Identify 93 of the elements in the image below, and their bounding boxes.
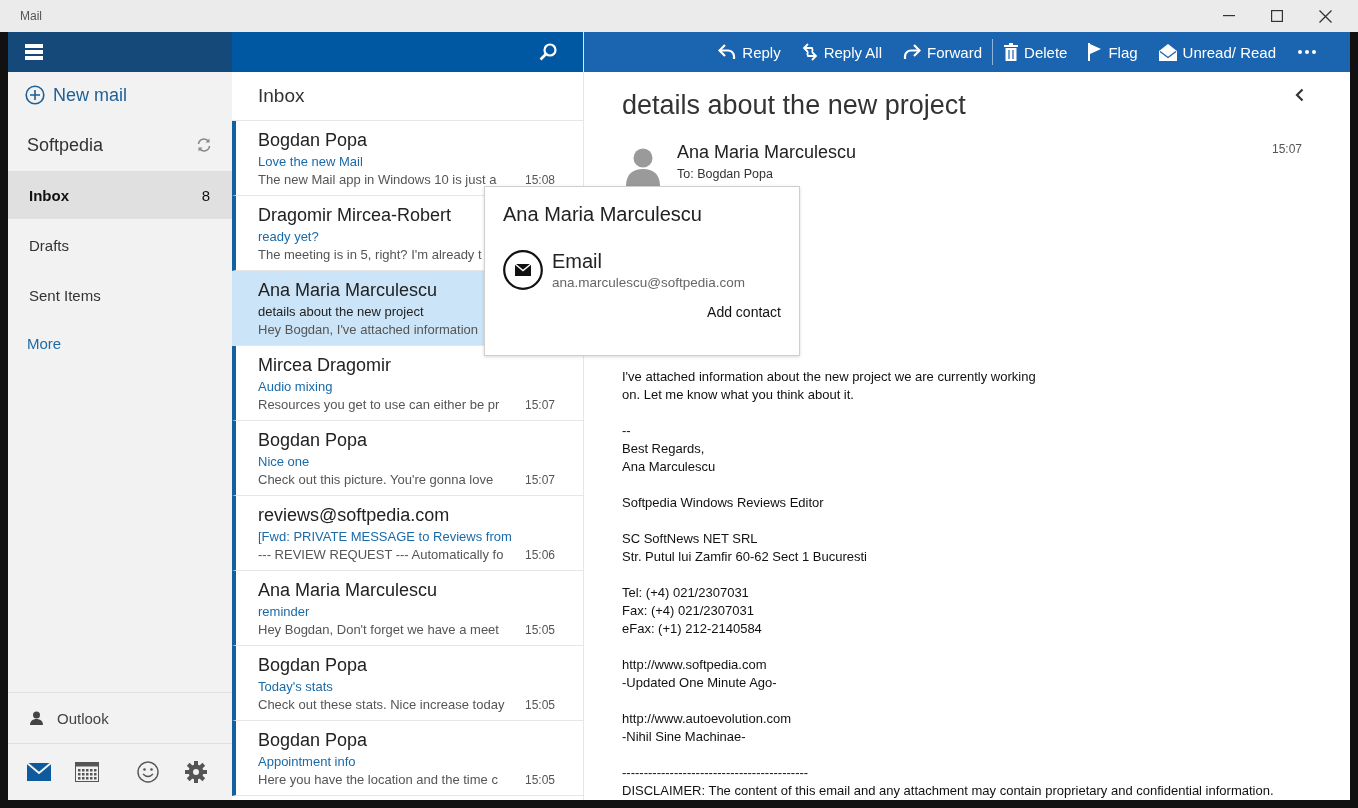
message-time: 15:05 <box>525 623 556 637</box>
flag-button[interactable]: Flag <box>1088 32 1138 72</box>
menu-icon[interactable] <box>25 44 43 60</box>
flag-icon <box>1088 43 1103 61</box>
close-icon[interactable] <box>1319 9 1332 23</box>
unread-button[interactable]: Unread/ Read <box>1158 32 1276 72</box>
body-text-line: -Updated One Minute Ago- <box>622 674 778 692</box>
body-text-line: Tel: (+4) 021/2307031 <box>622 584 750 602</box>
message-preview: Here you have the location and the time c <box>258 772 499 788</box>
more-options-icon[interactable] <box>1298 50 1316 54</box>
maximize-icon[interactable] <box>1271 10 1283 22</box>
message-preview: The new Mail app in Windows 10 is just a <box>258 172 498 188</box>
message-time: 15:05 <box>525 773 556 787</box>
body-text-line: eFax: (+1) 212-2140584 <box>622 620 763 638</box>
sender-name[interactable]: Ana Maria Marculescu <box>677 142 857 163</box>
reply-button[interactable]: Reply <box>718 32 781 72</box>
body-text-line: Best Regards, <box>622 440 706 458</box>
folder-item[interactable]: Drafts <box>8 221 232 269</box>
chevron-left-icon[interactable] <box>1295 88 1304 102</box>
message-subject: details about the new project <box>258 303 424 321</box>
reply-all-button[interactable]: Reply All <box>801 32 883 72</box>
body-text-line: ------------------------------------------- <box>622 764 810 782</box>
account-name: Softpedia <box>27 134 104 156</box>
message-subject: [Fwd: PRIVATE MESSAGE to Reviews from <box>258 528 512 546</box>
message-preview: Hey Bogdan, Don't forget we have a meet <box>258 622 500 638</box>
sender-name: Mircea Dragomir <box>258 354 392 376</box>
reply-all-icon <box>801 43 818 61</box>
email-subject: details about the new project <box>622 89 966 121</box>
window-title: Mail <box>20 9 42 23</box>
body-text-line: Str. Putul lui Zamfir 60-62 Sect 1 Bucuresti <box>622 548 868 566</box>
body-text-line: on. Let me know what you think about it. <box>622 386 855 404</box>
plus-circle-icon <box>25 85 45 105</box>
smiley-icon[interactable] <box>137 761 159 783</box>
list-title: Inbox <box>232 72 583 121</box>
sender-name: Bogdan Popa <box>258 129 368 151</box>
message-time: 15:07 <box>525 398 556 412</box>
message-subject: Nice one <box>258 453 310 471</box>
body-text-line: I've attached information about the new project we are currently working <box>622 368 1037 386</box>
sender-name: Ana Maria Marculescu <box>258 579 438 601</box>
body-text-line: -- <box>622 422 632 440</box>
search-icon[interactable] <box>539 43 557 61</box>
email-circle-icon[interactable] <box>503 250 543 290</box>
delete-button[interactable]: Delete <box>1004 32 1068 72</box>
new-mail-button[interactable]: New mail <box>25 83 232 107</box>
account-switch-button[interactable]: Outlook <box>8 693 232 743</box>
minimize-icon[interactable] <box>1223 15 1235 17</box>
message-time: 15:05 <box>525 698 556 712</box>
message-preview: Check out these stats. Nice increase today <box>258 697 503 713</box>
folder-item[interactable]: Inbox 8 <box>8 171 232 219</box>
sender-name: Bogdan Popa <box>258 429 368 451</box>
sync-icon[interactable] <box>196 138 212 152</box>
settings-icon[interactable] <box>185 761 207 783</box>
body-text-line: http://www.softpedia.com <box>622 656 768 674</box>
recipient-line: To: Bogdan Popa <box>677 167 773 181</box>
sender-name: Bogdan Popa <box>258 729 368 751</box>
open-envelope-icon <box>1158 43 1177 61</box>
message-subject: reminder <box>258 603 310 621</box>
more-link[interactable]: More <box>8 319 232 367</box>
sender-name: Bogdan Popa <box>258 654 368 676</box>
sender-name: Dragomir Mircea-Robert <box>258 204 452 226</box>
calendar-icon[interactable] <box>75 762 99 782</box>
message-subject: Love the new Mail <box>258 153 363 171</box>
message-preview: The meeting is in 5, right? I'm already t <box>258 247 483 263</box>
forward-icon <box>903 44 922 60</box>
message-preview: Resources you get to use can either be pr <box>258 397 501 413</box>
message-preview: Check out this picture. You're gonna love <box>258 472 495 488</box>
avatar-icon <box>626 148 660 186</box>
reply-icon <box>718 44 737 60</box>
body-text-line: http://www.autoevolution.com <box>622 710 793 728</box>
message-subject: Today's stats <box>258 678 333 696</box>
forward-button[interactable]: Forward <box>903 32 983 72</box>
email-time: 15:07 <box>1271 142 1302 156</box>
folder-item[interactable]: Sent Items <box>8 271 232 319</box>
body-text-line: DISCLAIMER: The content of this email and any attachment may contain proprietary and confidential information. <box>622 782 1275 800</box>
message-preview: --- REVIEW REQUEST --- Automatically fo <box>258 547 503 563</box>
mail-icon[interactable] <box>27 763 51 781</box>
message-subject: Audio mixing <box>258 378 333 396</box>
message-preview: Hey Bogdan, I've attached information <box>258 322 479 338</box>
body-text-line: -Nihil Sine Machinae- <box>622 728 747 746</box>
body-text-line: Ana Marculescu <box>622 458 717 476</box>
sender-name: reviews@softpedia.com <box>258 504 450 526</box>
add-contact-button[interactable]: Add contact <box>707 304 781 320</box>
message-time: 15:07 <box>525 473 556 487</box>
message-time: 15:08 <box>525 173 556 187</box>
person-icon <box>30 711 43 725</box>
body-text-line: Fax: (+4) 021/2307031 <box>622 602 755 620</box>
message-subject: ready yet? <box>258 228 319 246</box>
message-time: 15:06 <box>525 548 556 562</box>
message-subject: Appointment info <box>258 753 356 771</box>
trash-icon <box>1004 43 1019 61</box>
sender-name: Ana Maria Marculescu <box>258 279 438 301</box>
body-text-line: SC SoftNews NET SRL <box>622 530 759 548</box>
body-text-line: Softpedia Windows Reviews Editor <box>622 494 825 512</box>
